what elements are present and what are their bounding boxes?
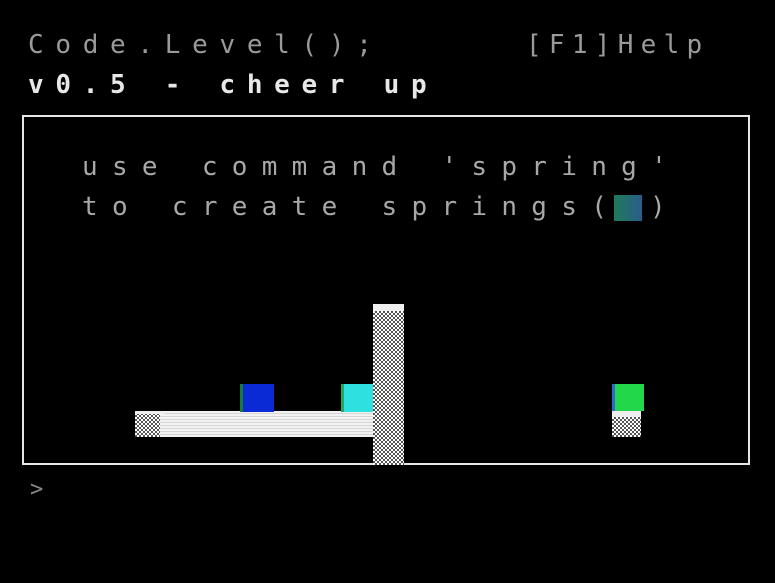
instruction-line-1: use command 'spring': [82, 152, 682, 182]
blue-block: [240, 384, 274, 412]
platform-left: [160, 411, 375, 437]
cyan-block: [341, 384, 375, 412]
instruction-close-paren: ): [650, 192, 678, 222]
command-prompt[interactable]: >: [30, 477, 53, 502]
platform-right: [612, 417, 641, 437]
tall-pillar: [373, 311, 404, 465]
game-title: Code.Level();: [28, 30, 384, 60]
help-hint[interactable]: [F1]Help: [526, 30, 709, 60]
platform-left-top-edge: [135, 411, 165, 414]
green-block: [612, 384, 644, 411]
instruction-line-2: to create springs(: [82, 192, 622, 222]
level-subtitle: v0.5 - cheer up: [28, 70, 439, 100]
platform-support-left: [135, 413, 163, 437]
spring-swatch-icon: [614, 195, 642, 221]
